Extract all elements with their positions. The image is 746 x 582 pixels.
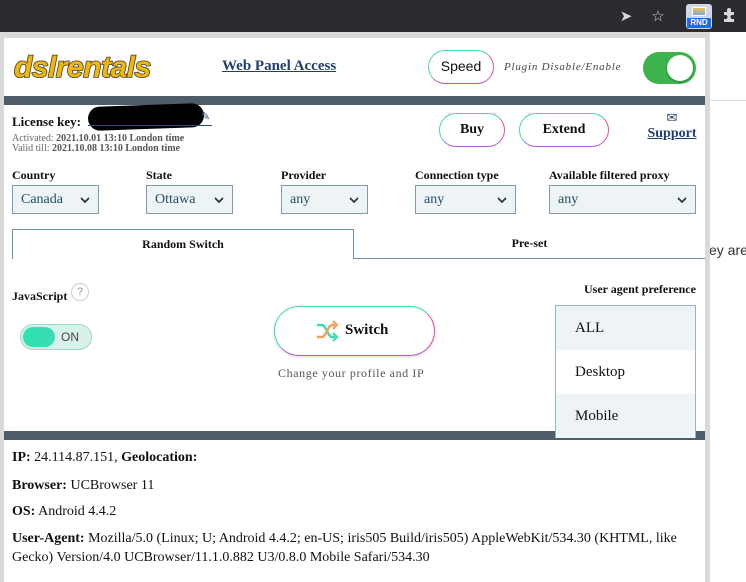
shuffle-icon: [317, 320, 339, 342]
ip-value: 24.114.87.151,: [34, 450, 118, 465]
browser-label: Browser:: [12, 478, 67, 493]
provider-label: Provider: [281, 168, 327, 182]
state-value: Ottawa: [155, 192, 196, 207]
support-label: Support: [647, 126, 697, 141]
switch-button[interactable]: Switch: [274, 306, 435, 356]
ip-label: IP:: [12, 450, 31, 465]
chevron-down-icon: [80, 197, 90, 204]
edit-pencil-icon[interactable]: ✎: [201, 110, 210, 123]
divider: [705, 100, 746, 101]
background-page: ey are: [704, 32, 746, 582]
browser-value: UCBrowser 11: [70, 478, 155, 493]
ua-option-all[interactable]: ALL: [556, 306, 695, 350]
rnd-extension-icon[interactable]: RND: [686, 4, 712, 29]
country-value: Canada: [21, 192, 63, 207]
extension-popup: dslrentals Web Panel Access Speed Plugin…: [0, 32, 710, 582]
send-icon[interactable]: ➤: [616, 6, 636, 26]
puzzle-icon[interactable]: [720, 6, 740, 26]
extend-button[interactable]: Extend: [519, 113, 609, 147]
dslrentals-logo: dslrentals: [13, 50, 152, 84]
provider-select[interactable]: any: [281, 185, 368, 214]
speed-button[interactable]: Speed: [428, 50, 494, 84]
javascript-label: JavaScript: [12, 289, 68, 303]
support-link[interactable]: ✉ Support: [646, 112, 698, 142]
user-agent-value: Mozilla/5.0 (Linux; U; Android 4.4.2; en…: [12, 531, 677, 565]
country-label: Country: [12, 168, 56, 182]
header-panel: dslrentals Web Panel Access Speed Plugin…: [4, 38, 705, 96]
ip-line: IP: 24.114.87.151, Geolocation:: [12, 450, 197, 466]
state-label: State: [146, 168, 172, 182]
popup-frame: dslrentals Web Panel Access Speed Plugin…: [4, 38, 705, 582]
user-agent-preference-list: ALL Desktop Mobile: [555, 305, 696, 438]
connection-type-value: any: [424, 192, 445, 207]
license-key-label: License key:: [12, 114, 81, 129]
license-key-redacted: [87, 102, 205, 132]
tab-random-switch[interactable]: Random Switch: [12, 229, 354, 259]
connection-type-label: Connection type: [415, 168, 499, 182]
valid-till-date: 2021.10.08 13:10 London time: [52, 143, 181, 154]
plugin-enable-toggle[interactable]: [643, 52, 696, 84]
javascript-state: ON: [61, 330, 79, 344]
switch-label: Switch: [345, 322, 389, 338]
os-line: OS: Android 4.4.2: [12, 504, 116, 520]
ua-option-mobile[interactable]: Mobile: [556, 394, 695, 438]
help-icon[interactable]: ?: [71, 283, 89, 301]
chevron-down-icon: [677, 197, 687, 204]
user-agent-label: User-Agent:: [12, 531, 85, 546]
plugin-toggle-label: Plugin Disable/Enable: [504, 61, 622, 73]
os-value: Android 4.4.2: [38, 504, 117, 519]
filtered-proxy-label: Available filtered proxy: [549, 168, 670, 182]
filtered-proxy-value: any: [558, 192, 579, 207]
main-panel: License key: ✎ Activated: 2021.10.01 13:…: [4, 102, 705, 438]
image-icon: [692, 7, 706, 16]
os-label: OS:: [12, 504, 36, 519]
browser-toolbar: ➤ ☆ RND: [0, 0, 746, 32]
filtered-proxy-select[interactable]: any: [549, 185, 696, 214]
switch-caption: Change your profile and IP: [278, 366, 425, 380]
tab-pre-set[interactable]: Pre-set: [354, 229, 705, 259]
ua-option-desktop[interactable]: Desktop: [556, 350, 695, 394]
user-agent-line: User-Agent: Mozilla/5.0 (Linux; U; Andro…: [12, 529, 702, 567]
star-icon[interactable]: ☆: [648, 6, 668, 26]
chevron-down-icon: [349, 197, 359, 204]
geolocation-label: Geolocation:: [121, 450, 198, 465]
javascript-toggle[interactable]: ON: [20, 324, 92, 350]
toggle-knob: [23, 327, 55, 347]
user-agent-preference-label: User agent preference: [584, 282, 696, 296]
logo-text: dslrentals: [14, 51, 151, 84]
license-key-underline: [88, 125, 212, 126]
chevron-down-icon: [214, 197, 224, 204]
valid-prefix: Valid till:: [12, 143, 50, 154]
envelope-icon: ✉: [666, 111, 678, 126]
web-panel-access-link[interactable]: Web Panel Access: [222, 58, 336, 75]
rnd-badge: RND: [687, 18, 711, 28]
toggle-knob: [667, 55, 693, 81]
page-text-fragment: ey are: [709, 242, 746, 258]
chevron-down-icon: [497, 197, 507, 204]
license-dates: Activated: 2021.10.01 13:10 London time …: [12, 134, 184, 154]
provider-value: any: [290, 192, 311, 207]
profile-info-panel: IP: 24.114.87.151, Geolocation: Browser:…: [4, 440, 705, 582]
browser-line: Browser: UCBrowser 11: [12, 478, 154, 494]
connection-type-select[interactable]: any: [415, 185, 516, 214]
country-select[interactable]: Canada: [12, 185, 99, 214]
buy-button[interactable]: Buy: [439, 113, 505, 147]
state-select[interactable]: Ottawa: [146, 185, 233, 214]
